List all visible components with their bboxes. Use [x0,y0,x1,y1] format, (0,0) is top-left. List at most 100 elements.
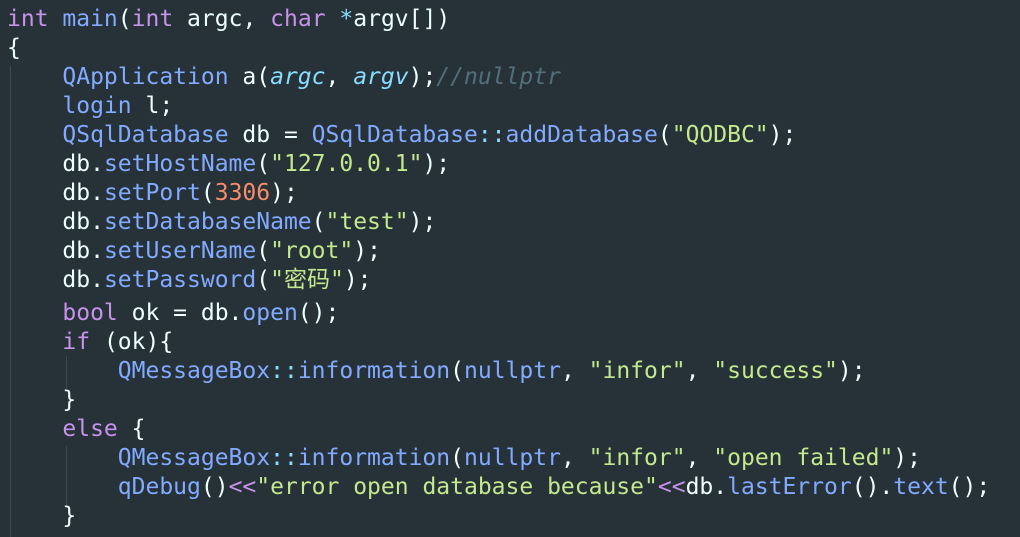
code-token: nullptr [464,445,561,471]
code-token: "127.0.0.1" [270,151,423,177]
code-token: { [117,416,146,442]
code-token: (ok){ [90,329,174,355]
code-token: qDebug [117,474,201,500]
code-token: ( [450,358,464,384]
code-line[interactable]: if (ok){ [7,328,173,357]
code-token: ); [768,122,797,148]
code-line[interactable]: db.setPort(3306); [7,179,297,208]
code-token: ( [657,122,672,148]
code-token: ); [893,445,921,471]
code-token: "QODBC" [671,122,769,148]
code-line[interactable]: { [7,34,21,63]
code-token: argv [353,6,409,32]
code-line[interactable]: QMessageBox::information(nullptr, "infor… [7,357,866,386]
code-token: bool [62,300,118,326]
code-token: setUserName [103,238,257,264]
code-token: int [131,6,174,32]
code-token: "test" [325,209,409,235]
code-line[interactable]: db.setDatabaseName("test"); [7,208,436,237]
code-line[interactable]: db.setPassword("密码"); [7,266,371,295]
code-token: "open failed" [713,445,894,471]
code-token: , [685,445,714,471]
code-token: a( [228,64,271,90]
code-token: ); [837,358,866,384]
code-token: information [297,445,451,471]
code-token: else [62,416,118,442]
code-token: () [200,474,229,500]
code-line[interactable]: QApplication a(argc, argv);//nullptr [7,63,561,92]
code-token: addDatabase [505,122,658,148]
code-token: , [560,358,589,384]
code-token: db = [228,122,312,148]
code-token: open [242,300,298,326]
code-line[interactable]: db.setUserName("root"); [7,237,381,266]
code-token: ok = db. [117,300,243,326]
code-token: :: [477,122,506,148]
code-token: { [7,35,21,61]
code-token: []) [408,6,451,32]
code-line[interactable]: db.setHostName("127.0.0.1"); [7,150,450,179]
code-line[interactable]: bool ok = db.open(); [7,299,339,328]
code-token: int [7,6,49,32]
code-token: "infor" [588,358,686,384]
code-line[interactable]: QMessageBox::information(nullptr, "infor… [7,444,921,473]
code-line[interactable]: } [7,386,76,415]
code-editor[interactable]: int main(int argc, char *argv[]){ QAppli… [0,0,1020,537]
code-line[interactable]: int main(int argc, char *argv[]) [7,5,450,34]
code-token: db. [7,238,104,264]
code-line[interactable]: login l; [7,92,173,121]
code-line[interactable]: } [7,502,76,531]
code-line[interactable]: else { [7,415,145,444]
code-token: ( [311,209,326,235]
code-token: ); [353,238,381,264]
code-line[interactable]: QSqlDatabase db = QSqlDatabase::addDatab… [7,121,796,150]
code-token: :: [270,445,298,471]
code-token: argv [353,64,409,90]
code-line[interactable]: qDebug()<<"error open database because"<… [7,473,990,502]
code-token: setPassword [103,267,257,293]
code-token: db. [7,151,104,177]
code-token: setPort [103,180,201,206]
code-token: << [228,474,257,500]
code-token: , [325,64,354,90]
code-token: ( [256,151,271,177]
code-token: << [657,474,686,500]
code-token: char [270,6,326,32]
code-token: :: [270,358,298,384]
code-token: QMessageBox [117,445,271,471]
code-token: information [297,358,451,384]
code-token: nullptr [464,358,561,384]
code-token: ( [117,6,132,32]
code-token: QSqlDatabase [311,122,478,148]
code-token: ); [422,151,451,177]
code-token: setHostName [103,151,257,177]
code-token: if [62,329,91,355]
code-token: QSqlDatabase [62,122,229,148]
code-token: "success" [713,358,838,384]
code-token: db. [7,209,104,235]
code-token: argc [173,6,243,32]
code-token: ( [200,180,215,206]
code-token: "root" [270,238,354,264]
code-token: lastError [727,474,852,500]
code-token: l; [131,93,174,119]
code-token: (); [948,474,991,500]
code-token: "密码" [270,267,344,293]
code-token: ( [450,445,464,471]
code-token: main [48,6,118,32]
code-token: db. [685,474,728,500]
code-token: ); [408,209,437,235]
code-token: //nullptr [436,64,561,90]
code-token: } [7,503,77,529]
code-token: , [685,358,714,384]
code-token: "error open database because" [256,474,658,500]
code-token: db. [7,267,104,293]
